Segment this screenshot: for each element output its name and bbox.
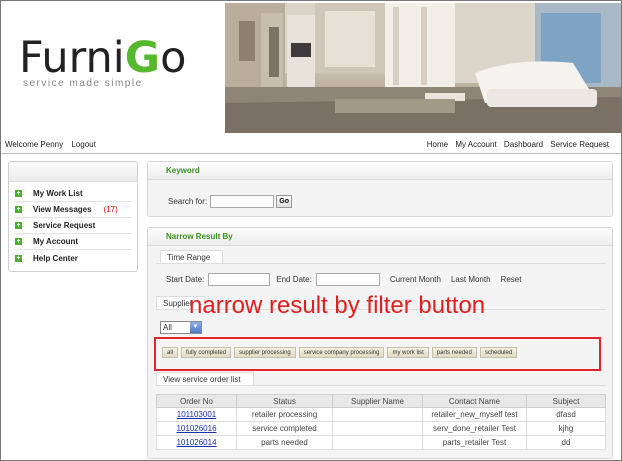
cell-status: service completed	[236, 421, 333, 436]
cell-supplier	[332, 435, 423, 450]
end-date-input[interactable]	[315, 273, 380, 286]
table-header-row: Order No Status Supplier Name Contact Na…	[156, 394, 606, 408]
header-divider	[1, 153, 621, 154]
search-input[interactable]	[210, 195, 275, 208]
header-banner-photo	[225, 3, 621, 133]
cell-supplier	[332, 421, 423, 436]
logout-link[interactable]: Logout	[71, 140, 95, 149]
app-window: FurniGo service made simple Welcome Penn…	[0, 0, 622, 461]
column-header-contact-name[interactable]: Contact Name	[422, 394, 527, 408]
service-order-table: Order No Status Supplier Name Contact Na…	[156, 394, 606, 450]
sidebar-item-view-messages[interactable]: + View Messages (17)	[15, 202, 131, 218]
sidebar-menu: + My Work List + View Messages (17) + Servic…	[8, 161, 138, 272]
table-row: 101103001 retailer processing retailer_n…	[156, 407, 606, 422]
plus-icon: +	[15, 222, 22, 229]
plus-icon: +	[15, 206, 22, 213]
nav-link-service-request[interactable]: Service Request	[550, 140, 609, 149]
search-row: Search for: Go	[168, 195, 293, 208]
plus-icon: +	[15, 254, 22, 262]
furnigo-logo[interactable]: FurniGo service made simple	[19, 35, 219, 95]
cell-status: retailer processing	[236, 407, 333, 422]
plus-icon: +	[15, 238, 22, 245]
cell-contact: serv_done_retailer Test	[422, 421, 527, 436]
supplier-select-value: All	[163, 323, 172, 332]
cell-order-no: 101026016	[156, 421, 237, 436]
cell-contact: parts_retailer Test	[422, 435, 527, 450]
cell-status: parts needed	[236, 435, 333, 450]
reset-link[interactable]: Reset	[501, 275, 522, 284]
column-header-subject[interactable]: Subject	[526, 394, 606, 408]
sidebar-item-my-work-list[interactable]: + My Work List	[15, 186, 131, 202]
date-range-row: Start Date: End Date: Current Month Last…	[166, 273, 525, 286]
table-row: 101026014 parts needed parts_retailer Te…	[156, 435, 606, 450]
column-header-supplier-name[interactable]: Supplier Name	[332, 394, 423, 408]
sidebar-item-label: View Messages	[33, 205, 92, 214]
supplier-select[interactable]: All ▼	[160, 321, 202, 334]
sidebar-item-my-account[interactable]: + My Account	[15, 234, 131, 250]
cell-order-no: 101026014	[156, 435, 237, 450]
plus-icon: +	[15, 190, 22, 197]
nav-link-my-account[interactable]: My Account	[455, 140, 496, 149]
column-header-status[interactable]: Status	[236, 394, 333, 408]
cell-subject: dd	[526, 435, 606, 450]
logo-word-part2: o	[160, 33, 187, 83]
annotation-text: narrow result by filter button	[189, 292, 486, 319]
end-date-label: End Date:	[276, 275, 312, 284]
welcome-text: Welcome Penny	[5, 140, 64, 149]
nav-link-home[interactable]: Home	[427, 140, 448, 149]
search-label: Search for:	[168, 197, 208, 206]
message-count-badge: (17)	[103, 205, 118, 214]
sidebar-item-label: Service Request	[33, 221, 96, 230]
table-row: 101026016 service completed serv_done_re…	[156, 421, 606, 436]
last-month-link[interactable]: Last Month	[451, 275, 491, 284]
start-date-label: Start Date:	[166, 275, 205, 284]
tab-time-range[interactable]: Time Range	[160, 250, 224, 263]
nav-link-dashboard[interactable]: Dashboard	[504, 140, 543, 149]
cell-subject: dfasd	[526, 407, 606, 422]
cell-subject: kjhg	[526, 421, 606, 436]
tab-view-service-order-list[interactable]: View service order list	[156, 372, 254, 385]
logo-letter-g: G	[124, 33, 161, 83]
chevron-down-icon: ▼	[190, 322, 201, 333]
cell-order-no: 101103001	[156, 407, 237, 422]
living-room-image	[225, 3, 621, 133]
site-header: FurniGo service made simple	[1, 1, 621, 135]
sidebar-item-label: My Work List	[33, 189, 83, 198]
tab-divider	[156, 385, 606, 386]
order-link[interactable]: 101103001	[177, 410, 216, 419]
start-date-input[interactable]	[208, 273, 271, 286]
sidebar-item-label: My Account	[33, 237, 79, 246]
annotation-highlight-box	[154, 337, 601, 371]
sidebar-header	[9, 162, 137, 182]
current-month-link[interactable]: Current Month	[390, 275, 441, 284]
go-button[interactable]: Go	[276, 195, 293, 208]
sidebar-item-help-center[interactable]: + Help Center	[15, 250, 131, 266]
top-navigation: Welcome Penny Logout Home My Account Das…	[1, 137, 621, 151]
keyword-panel: Keyword Search for: Go	[147, 161, 613, 217]
sidebar-item-service-request[interactable]: + Service Request	[15, 218, 131, 234]
keyword-panel-title: Keyword	[148, 162, 612, 180]
logo-tagline: service made simple	[23, 78, 143, 89]
column-header-order-no[interactable]: Order No	[156, 394, 237, 408]
cell-supplier	[332, 407, 423, 422]
order-link[interactable]: 101026016	[176, 424, 216, 433]
tab-divider	[156, 263, 606, 264]
sidebar-item-label: Help Center	[33, 253, 78, 263]
cell-contact: retailer_new_myself test	[422, 407, 527, 422]
logo-wordmark: FurniGo	[19, 35, 219, 81]
logo-word-part1: Furni	[19, 33, 125, 83]
sidebar-list: + My Work List + View Messages (17) + Servic…	[9, 182, 137, 266]
order-link[interactable]: 101026014	[176, 438, 216, 447]
narrow-panel-title: Narrow Result By	[148, 228, 612, 246]
